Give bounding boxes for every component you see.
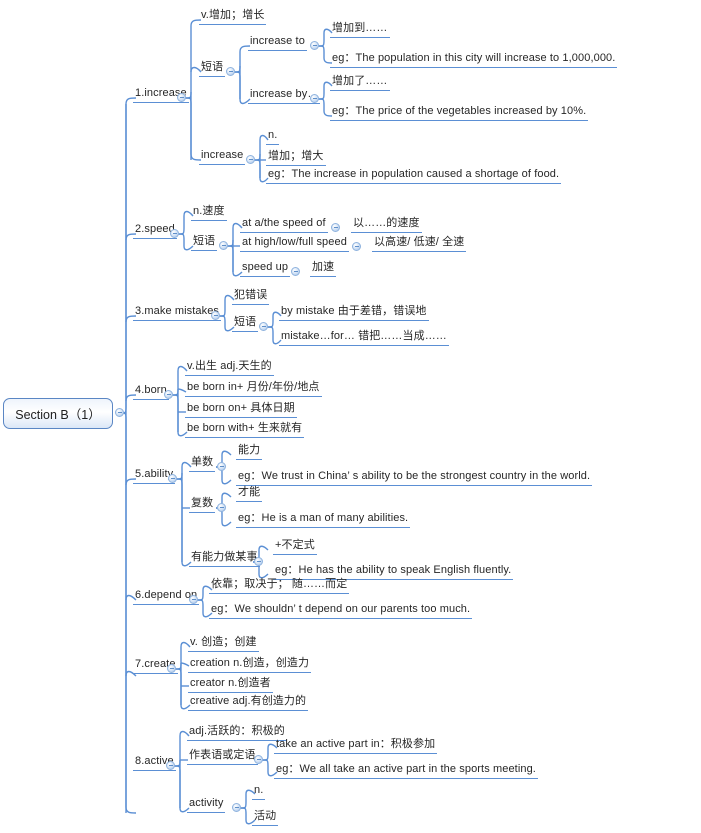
node-mistakes-phrases[interactable]: 短语: [232, 316, 259, 332]
node-creator[interactable]: creator n.创造者: [188, 677, 273, 693]
node-increase-noun-cn[interactable]: 增加；增大: [266, 150, 326, 166]
node-active-example[interactable]: eg：We all take an active part in the spo…: [274, 763, 538, 779]
node-speed-phrases[interactable]: 短语: [191, 235, 218, 251]
toggle-depend-on[interactable]: [189, 595, 198, 604]
root-label: Section B（1）: [15, 408, 101, 422]
node-speed-at-speed-of[interactable]: at a/the speed of: [240, 217, 328, 233]
node-increase-by-example[interactable]: eg：The price of the vegetables increased…: [330, 105, 589, 121]
node-create-verb[interactable]: v. 创造；创建: [188, 636, 259, 652]
toggle-create[interactable]: [167, 664, 176, 673]
node-born-pos[interactable]: v.出生 adj.天生的: [185, 360, 274, 376]
node-born-with[interactable]: be born with+ 生来就有: [185, 422, 305, 438]
toggle-speed-at-speed-of[interactable]: [331, 223, 340, 232]
node-activity[interactable]: activity: [187, 797, 226, 813]
toggle-increase-phrases[interactable]: [226, 67, 235, 76]
node-speed-at-speed-of-cn[interactable]: 以……的速度: [351, 217, 422, 233]
node-mistake-for[interactable]: mistake…for… 错把……当成……: [279, 330, 449, 346]
node-creation[interactable]: creation n.创造，创造力: [188, 657, 312, 673]
node-ability-to-do[interactable]: 有能力做某事: [189, 551, 260, 567]
node-ability-to-do-cn[interactable]: +不定式: [273, 539, 317, 555]
node-ability-plural[interactable]: 复数: [189, 497, 216, 513]
node-increase-to[interactable]: increase to: [248, 35, 307, 51]
toggle-ability-singular[interactable]: [217, 462, 226, 471]
toggle-mistakes-phrases[interactable]: [259, 322, 268, 331]
node-speed-noun[interactable]: n.速度: [191, 205, 227, 221]
toggle-activity[interactable]: [232, 803, 241, 812]
mindmap-canvas: Section B（1） 1.increase v.增加；增长 短语 incre…: [0, 0, 701, 833]
node-speed-high-low-full-cn[interactable]: 以高速/ 低速/ 全速: [372, 236, 467, 252]
node-mistakes-cn[interactable]: 犯错误: [232, 289, 270, 305]
toggle-active-predicative[interactable]: [254, 755, 263, 764]
toggle-root[interactable]: [115, 408, 124, 417]
toggle-speed[interactable]: [170, 229, 179, 238]
toggle-speed-high-low-full[interactable]: [352, 242, 361, 251]
node-depend-on-example[interactable]: eg：We shouldn’ t depend on our parents t…: [209, 603, 473, 619]
node-ability-singular-example[interactable]: eg：We trust in China’ s ability to be th…: [236, 470, 593, 486]
toggle-make-mistakes[interactable]: [211, 311, 220, 320]
node-activity-cn[interactable]: 活动: [252, 810, 279, 826]
node-active-adj[interactable]: adj.活跃的：积极的: [187, 725, 287, 741]
node-creative[interactable]: creative adj.有创造力的: [188, 695, 309, 711]
toggle-increase-noun[interactable]: [246, 155, 255, 164]
node-by-mistake[interactable]: by mistake 由于差错，错误地: [279, 305, 429, 321]
toggle-speed-phrases[interactable]: [219, 241, 228, 250]
node-ability-plural-example[interactable]: eg：He is a man of many abilities.: [236, 512, 411, 528]
toggle-increase-to[interactable]: [310, 41, 319, 50]
node-speed-high-low-full[interactable]: at high/low/full speed: [240, 236, 349, 252]
node-increase-noun[interactable]: increase: [199, 149, 246, 165]
node-take-active-part[interactable]: take an active part in：积极参加: [274, 738, 438, 754]
node-depend-on-cn[interactable]: 依靠；取决于； 随……而定: [209, 578, 350, 594]
node-ability-plural-cn[interactable]: 才能: [236, 486, 263, 502]
node-increase-noun-pos[interactable]: n.: [266, 129, 280, 145]
node-increase-phrases[interactable]: 短语: [199, 61, 226, 77]
toggle-born[interactable]: [164, 390, 173, 399]
node-activity-pos[interactable]: n.: [252, 784, 266, 800]
toggle-ability-plural[interactable]: [217, 503, 226, 512]
toggle-ability-to-do[interactable]: [254, 557, 263, 566]
toggle-speed-up[interactable]: [291, 267, 300, 276]
toggle-active[interactable]: [166, 761, 175, 770]
node-ability-singular-cn[interactable]: 能力: [236, 444, 263, 460]
node-increase-to-example[interactable]: eg：The population in this city will incr…: [330, 52, 618, 68]
node-ability-singular[interactable]: 单数: [189, 456, 216, 472]
node-active-predicative[interactable]: 作表语或定语: [187, 749, 258, 765]
node-speed-up-cn[interactable]: 加速: [310, 261, 337, 277]
node-increase-by-cn[interactable]: 增加了……: [330, 75, 390, 91]
node-increase-to-cn[interactable]: 增加到……: [330, 22, 390, 38]
node-speed-up[interactable]: speed up: [240, 261, 291, 277]
node-born-in[interactable]: be born in+ 月份/年份/地点: [185, 381, 322, 397]
toggle-ability[interactable]: [168, 474, 177, 483]
node-increase-verb[interactable]: v.增加；增长: [199, 9, 267, 25]
toggle-increase[interactable]: [177, 93, 186, 102]
branch-make-mistakes[interactable]: 3.make mistakes: [133, 305, 222, 321]
node-born-on[interactable]: be born on+ 具体日期: [185, 402, 297, 418]
root-node[interactable]: Section B（1）: [3, 398, 113, 429]
node-increase-noun-example[interactable]: eg：The increase in population caused a s…: [266, 168, 562, 184]
toggle-increase-by[interactable]: [310, 94, 319, 103]
